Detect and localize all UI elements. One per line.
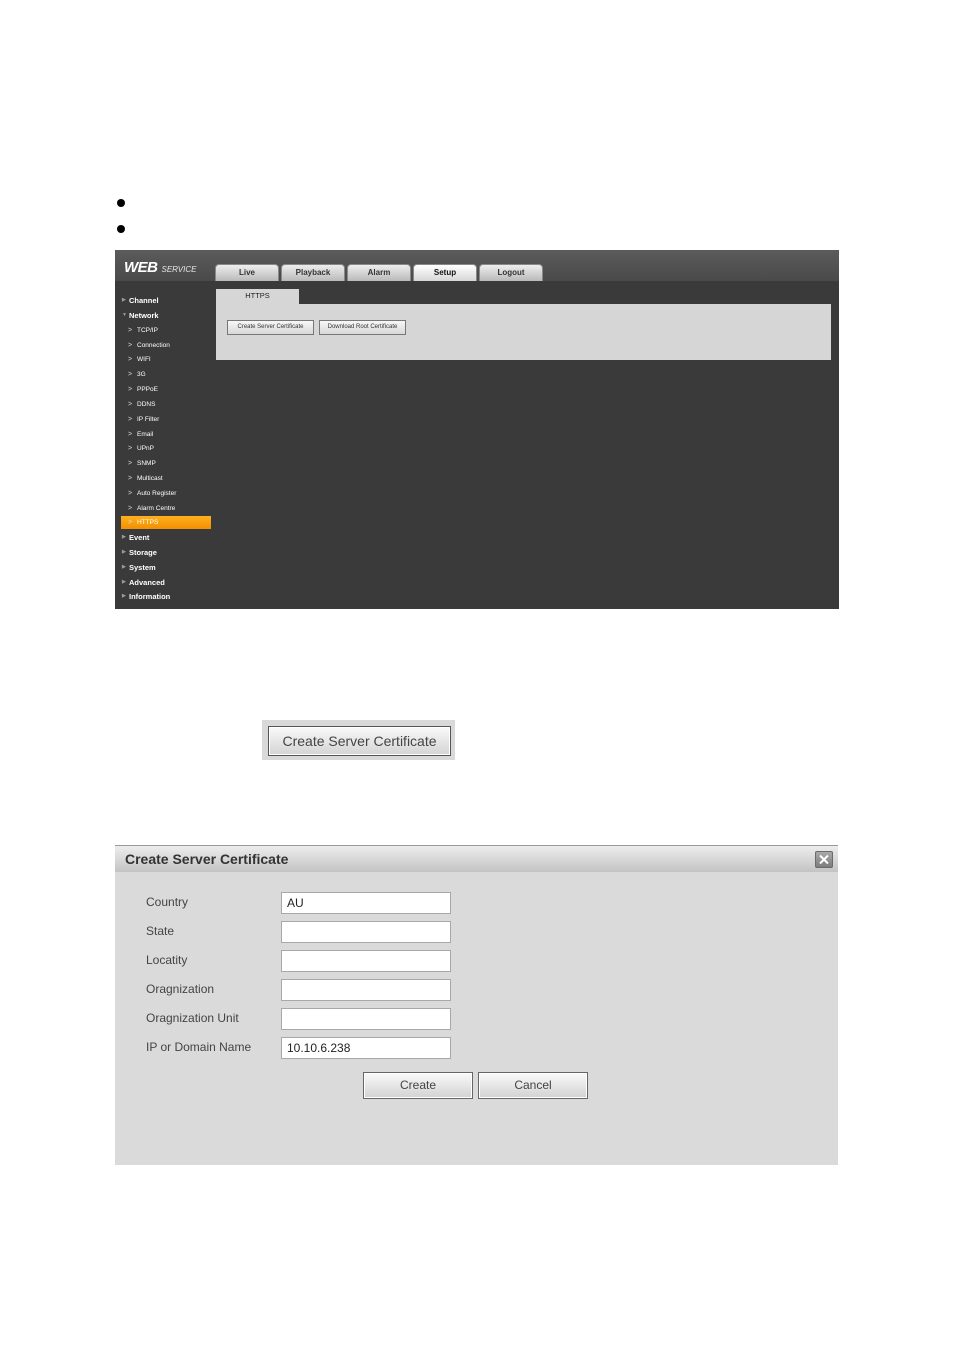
chevron-right-icon: > bbox=[128, 460, 133, 467]
country-label: Country bbox=[146, 895, 189, 909]
locality-field[interactable] bbox=[281, 950, 451, 972]
chevron-right-icon: > bbox=[128, 356, 133, 363]
locality-label: Locatity bbox=[146, 953, 188, 967]
organization-unit-label: Oragnization Unit bbox=[146, 1011, 239, 1025]
sidebar-category-event[interactable]: ▶ Event bbox=[121, 531, 211, 544]
chevron-right-icon: > bbox=[128, 416, 133, 423]
sidebar-item-email[interactable]: > Email bbox=[121, 428, 211, 441]
web-service-window: WEB SERVICE Live Playback Alarm Setup Log… bbox=[115, 250, 839, 609]
chevron-right-icon: > bbox=[128, 386, 133, 393]
chevron-right-icon: > bbox=[128, 342, 133, 349]
sidebar-item-tcpip[interactable]: > TCP/IP bbox=[121, 324, 211, 337]
sidebar-item-wifi[interactable]: > WIFI bbox=[121, 353, 211, 366]
close-button[interactable] bbox=[815, 851, 833, 868]
nav-tab-playback[interactable]: Playback bbox=[281, 264, 345, 281]
collapsed-triangle-icon: ▶ bbox=[122, 549, 126, 555]
chevron-right-icon: > bbox=[128, 327, 133, 334]
sidebar-item-auto-register[interactable]: > Auto Register bbox=[121, 487, 211, 500]
organization-field[interactable] bbox=[281, 979, 451, 1001]
cancel-button[interactable]: Cancel bbox=[478, 1072, 588, 1099]
sidebar-category-system[interactable]: ▶ System bbox=[121, 561, 211, 574]
dialog-title: Create Server Certificate bbox=[125, 851, 289, 867]
nav-tab-setup[interactable]: Setup bbox=[413, 264, 477, 281]
chevron-right-icon: > bbox=[128, 490, 133, 497]
chevron-right-icon: > bbox=[128, 371, 133, 378]
create-button[interactable]: Create bbox=[363, 1072, 473, 1099]
sidebar-item-ddns[interactable]: > DDNS bbox=[121, 398, 211, 411]
create-server-certificate-button[interactable]: Create Server Certificate bbox=[227, 320, 314, 335]
create-server-certificate-dialog: Create Server Certificate Country State … bbox=[115, 845, 838, 1165]
sidebar-category-information[interactable]: ▶ Information bbox=[121, 590, 211, 603]
collapsed-triangle-icon: ▶ bbox=[122, 579, 126, 585]
state-field[interactable] bbox=[281, 921, 451, 943]
ip-domain-label: IP or Domain Name bbox=[146, 1040, 252, 1054]
sidebar-item-connection[interactable]: > Connection bbox=[121, 339, 211, 352]
sidebar-item-https[interactable]: > HTTPS bbox=[121, 516, 211, 529]
dialog-header: Create Server Certificate bbox=[115, 845, 838, 872]
organization-unit-field[interactable] bbox=[281, 1008, 451, 1030]
organization-label: Oragnization bbox=[146, 982, 215, 996]
sidebar-item-3g[interactable]: >3G bbox=[121, 368, 211, 381]
nav-tab-live[interactable]: Live bbox=[215, 264, 279, 281]
tab-https[interactable]: HTTPS bbox=[216, 289, 299, 304]
state-label: State bbox=[146, 924, 175, 938]
sidebar-item-upnp[interactable]: > UPnP bbox=[121, 442, 211, 455]
expanded-triangle-icon: ▼ bbox=[122, 312, 127, 318]
chevron-right-icon: > bbox=[128, 505, 133, 512]
create-server-certificate-button-large[interactable]: Create Server Certificate bbox=[268, 726, 451, 756]
nav-tab-logout[interactable]: Logout bbox=[479, 264, 543, 281]
ip-domain-field[interactable] bbox=[281, 1037, 451, 1059]
chevron-right-icon: > bbox=[128, 401, 133, 408]
top-bar: WEB SERVICE Live Playback Alarm Setup Log… bbox=[115, 250, 839, 281]
sidebar-category-advanced[interactable]: ▶ Advanced bbox=[121, 576, 211, 589]
sidebar-item-alarm-centre[interactable]: > Alarm Centre bbox=[121, 502, 211, 515]
create-cert-button-frame: Create Server Certificate bbox=[262, 720, 455, 760]
sidebar-item-ip-filter[interactable]: > IP Filter bbox=[121, 413, 211, 426]
web-service-logo: WEB SERVICE bbox=[124, 259, 197, 276]
collapsed-triangle-icon: ▶ bbox=[122, 593, 126, 599]
chevron-right-icon: > bbox=[128, 431, 133, 438]
nav-tab-alarm[interactable]: Alarm bbox=[347, 264, 411, 281]
sidebar-item-pppoe[interactable]: > PPPoE bbox=[121, 383, 211, 396]
collapsed-triangle-icon: ▶ bbox=[122, 564, 126, 570]
download-root-certificate-button[interactable]: Download Root Certificate bbox=[319, 320, 406, 335]
sidebar-category-channel[interactable]: ▶ Channel bbox=[121, 294, 211, 307]
https-content-panel: Create Server Certificate Download Root … bbox=[216, 304, 831, 360]
country-field[interactable] bbox=[281, 892, 451, 914]
sidebar-category-network[interactable]: ▼ Network bbox=[121, 309, 211, 322]
bullet-point bbox=[117, 199, 125, 207]
collapsed-triangle-icon: ▶ bbox=[122, 534, 126, 540]
chevron-right-icon: > bbox=[128, 445, 133, 452]
sidebar-category-storage[interactable]: ▶ Storage bbox=[121, 546, 211, 559]
sidebar-item-multicast[interactable]: > Multicast bbox=[121, 472, 211, 485]
collapsed-triangle-icon: ▶ bbox=[122, 297, 126, 303]
bullet-point bbox=[117, 225, 125, 233]
chevron-right-icon: > bbox=[128, 519, 133, 526]
close-icon bbox=[819, 855, 829, 864]
chevron-right-icon: > bbox=[128, 475, 133, 482]
sidebar-item-snmp[interactable]: > SNMP bbox=[121, 457, 211, 470]
